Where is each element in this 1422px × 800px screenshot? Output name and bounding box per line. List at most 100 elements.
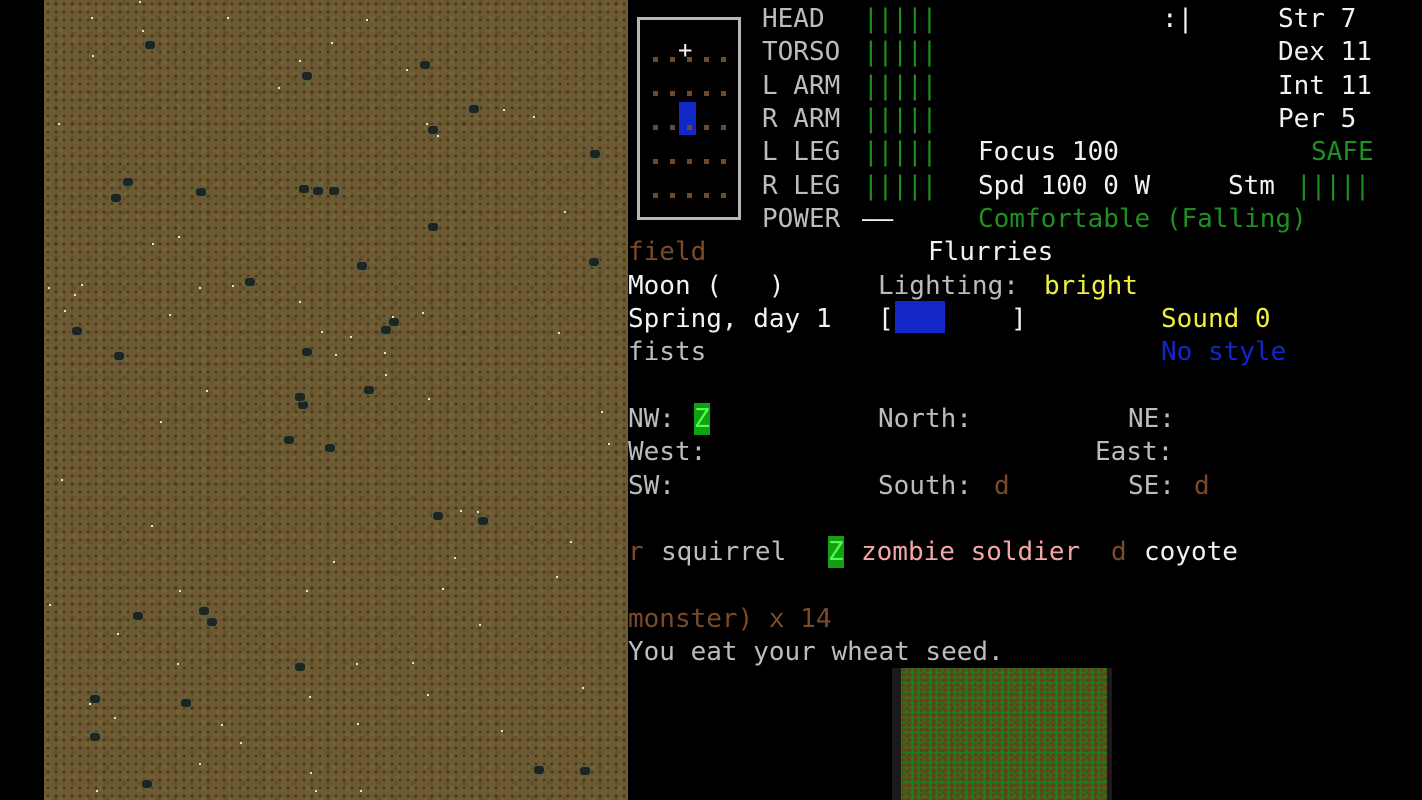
rock-tile <box>293 391 306 402</box>
snow-flake <box>459 510 462 513</box>
snow-flake <box>335 354 338 357</box>
monster-glyph-coyote: d <box>1111 537 1127 567</box>
left-leg-health-bar: ||||| <box>863 137 937 167</box>
snow-flake <box>309 771 312 774</box>
rock-tile <box>418 60 431 71</box>
rock-tile <box>194 186 207 197</box>
snow-flake <box>231 285 234 288</box>
snow-flake <box>64 310 67 313</box>
rock-tile <box>294 662 307 673</box>
snow-flake <box>365 19 368 22</box>
compass-se-label: SE: <box>1128 471 1175 501</box>
monster-name-zombie-soldier: zombie soldier <box>861 537 1081 567</box>
snow-flake <box>384 374 387 377</box>
rock-tile <box>300 347 313 358</box>
rock-tile <box>476 515 489 526</box>
snow-flake <box>88 703 91 706</box>
monster-name-squirrel: squirrel <box>661 537 787 567</box>
location-name: field <box>628 237 707 267</box>
snow-flake <box>277 87 280 90</box>
power-label: POWER <box>762 204 841 234</box>
rock-tile <box>121 176 134 187</box>
rock-tile <box>387 317 400 328</box>
snow-flake <box>600 410 603 413</box>
snow-flake <box>92 54 95 57</box>
snow-flake <box>355 662 358 665</box>
game-map-view[interactable] <box>44 0 628 800</box>
body-map-tile <box>670 125 675 130</box>
body-map-tile <box>721 125 726 130</box>
body-map-tile <box>670 57 675 62</box>
rock-tile <box>89 731 102 742</box>
body-map-tile <box>704 57 709 62</box>
rock-tile <box>579 766 592 777</box>
snow-flake <box>426 122 429 125</box>
body-part-torso: TORSO <box>762 37 841 67</box>
body-map-tile <box>670 91 675 96</box>
stat-per: Per 5 <box>1278 104 1357 134</box>
snow-flake <box>436 134 439 137</box>
lighting-label: Lighting: <box>878 271 1019 301</box>
body-map-tile <box>687 91 692 96</box>
right-arm-health-bar: ||||| <box>863 104 937 134</box>
snow-flake <box>314 790 317 793</box>
rock-tile <box>533 765 546 775</box>
rock-tile <box>363 384 376 395</box>
rock-tile <box>141 778 154 789</box>
rock-tile <box>432 511 445 522</box>
compass-sw-label: SW: <box>628 471 675 501</box>
stamina-label: Stm <box>1228 171 1275 201</box>
snow-flake <box>502 109 505 112</box>
body-map-tile <box>704 125 709 130</box>
monster-glyph-zombie-soldier: Z <box>828 536 844 568</box>
body-map-tile <box>670 159 675 164</box>
torso-health-bar: ||||| <box>863 37 937 67</box>
snow-flake <box>95 790 98 793</box>
body-map-box: + <box>637 17 741 220</box>
speed-value: Spd 100 0 W <box>978 171 1151 201</box>
compass-south-monster: d <box>994 471 1010 501</box>
body-part-head: HEAD <box>762 4 825 34</box>
body-part-left-leg: L LEG <box>762 137 841 167</box>
snow-flake <box>360 789 363 792</box>
body-part-right-arm: R ARM <box>762 104 841 134</box>
compass-nw-label: NW: <box>628 404 675 434</box>
body-map-tile <box>653 125 658 130</box>
snow-flake <box>332 560 335 563</box>
right-leg-health-bar: ||||| <box>863 171 937 201</box>
rock-tile <box>198 605 211 616</box>
focus-value: Focus 100 <box>978 137 1119 167</box>
compass-nw-monster: Z <box>694 403 710 435</box>
snow-flake <box>412 661 415 664</box>
snow-flake <box>569 540 572 543</box>
temperature-status: Comfortable (Falling) <box>978 204 1307 234</box>
rock-tile <box>131 610 144 621</box>
snow-flake <box>500 729 503 732</box>
snow-flake <box>74 294 76 297</box>
snow-flake <box>608 442 611 445</box>
rock-tile <box>206 617 219 628</box>
body-map-tile <box>704 91 709 96</box>
minimap-terrain <box>901 668 1107 800</box>
snow-flake <box>391 315 394 318</box>
body-map-tile <box>721 193 726 198</box>
martial-arts-style[interactable]: No style <box>1161 336 1286 369</box>
snow-flake <box>141 29 144 32</box>
rock-tile <box>180 698 193 709</box>
compass-south-label: South: <box>878 471 972 501</box>
rock-tile <box>323 443 336 454</box>
snow-flake <box>226 17 229 20</box>
snow-flake <box>91 16 94 19</box>
snow-flake <box>116 632 119 635</box>
sound-level: Sound 0 <box>1161 304 1271 334</box>
date-display: Spring, day 1 <box>628 304 832 334</box>
snow-flake <box>198 763 201 766</box>
face-indicator: :| <box>1162 4 1194 34</box>
snow-flake <box>61 479 64 482</box>
snow-flake <box>299 60 302 63</box>
snow-flake <box>454 556 457 559</box>
body-map-tile <box>687 159 692 164</box>
snow-flake <box>152 242 155 245</box>
overmap-minimap[interactable] <box>892 668 1112 800</box>
snow-flake <box>581 686 584 689</box>
